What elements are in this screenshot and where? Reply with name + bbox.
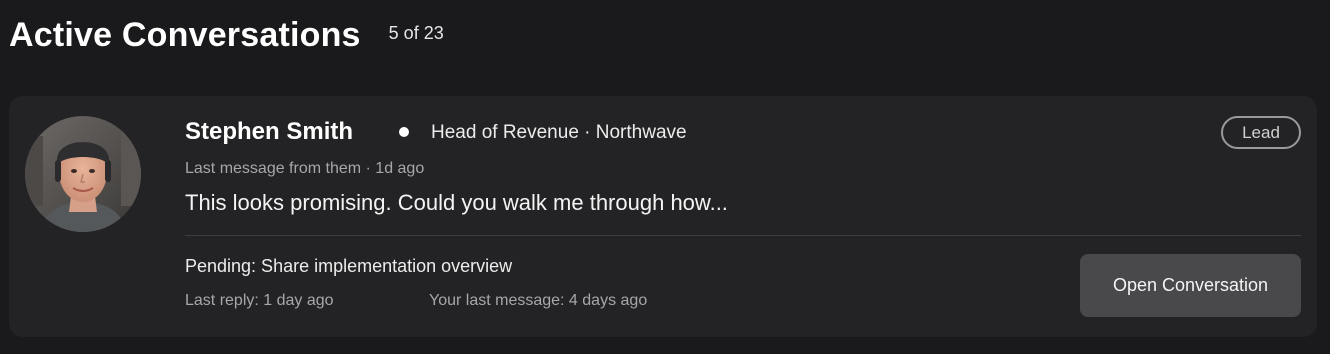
avatar[interactable]	[25, 116, 141, 232]
online-status-icon	[399, 127, 409, 137]
page-header: Active Conversations 5 of 23	[9, 12, 444, 58]
your-last-message-time: Your last message: 4 days ago	[429, 292, 648, 309]
lead-badge: Lead	[1221, 116, 1301, 149]
contact-role: Head of Revenue · Northwave	[431, 122, 687, 143]
conversation-count: 5 of 23	[388, 22, 444, 43]
divider	[185, 235, 1301, 236]
open-conversation-button[interactable]: Open Conversation	[1080, 254, 1301, 317]
contact-name[interactable]: Stephen Smith	[185, 118, 353, 146]
last-message-meta: Last message from them · 1d ago	[185, 160, 425, 177]
page-title: Active Conversations	[9, 15, 361, 54]
avatar-portrait-icon	[25, 116, 141, 232]
conversation-card[interactable]: Stephen Smith Head of Revenue · Northwav…	[9, 96, 1317, 337]
pending-task: Pending: Share implementation overview	[185, 256, 513, 276]
last-reply-time: Last reply: 1 day ago	[185, 292, 334, 309]
message-preview[interactable]: This looks promising. Could you walk me …	[185, 190, 728, 216]
